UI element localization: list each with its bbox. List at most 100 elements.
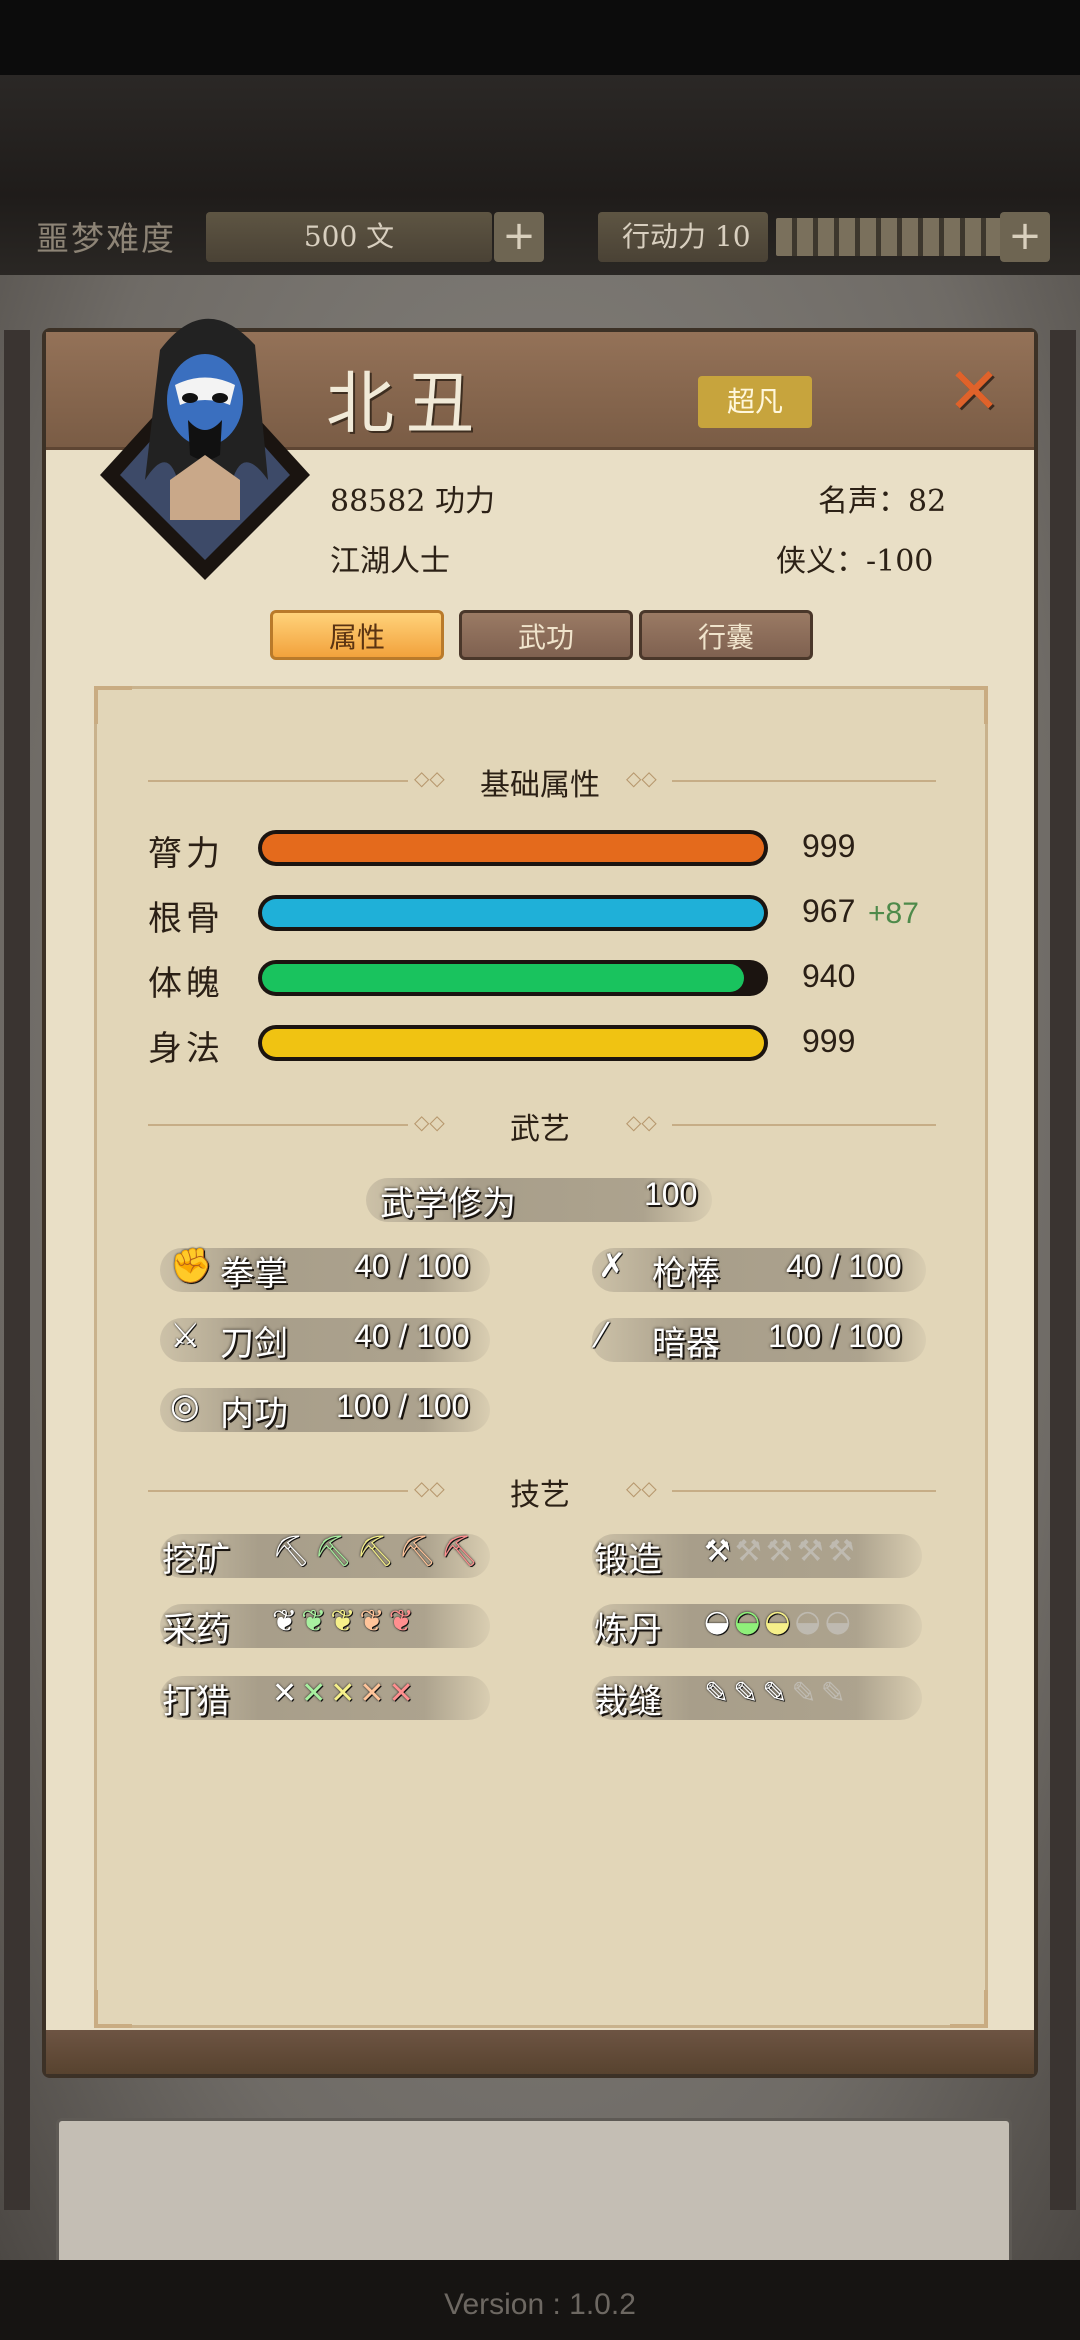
power-text: 88582 功力 (330, 484, 495, 519)
attribute-bar-fill (262, 1029, 764, 1057)
spear-icon: ✗ (598, 1246, 627, 1286)
attribute-bar-fill (262, 834, 764, 862)
attribute-value: 940 (802, 958, 856, 994)
version-text: Version : 1.0.2 (444, 2288, 636, 2321)
anvil-icon: ⚒ (765, 1534, 797, 1569)
craft-level: ⚒⚒⚒⚒⚒ (704, 1534, 859, 1569)
herb-icon: ❦ (272, 1604, 302, 1639)
skill-name: 内功 (220, 1394, 288, 1434)
frame-corner (94, 1990, 132, 2028)
mortar-icon: ◒ (704, 1604, 735, 1639)
skill-value: 100 / 100 (768, 1318, 902, 1354)
tab-attributes[interactable]: 属性 (270, 610, 444, 660)
craft-name: 锻造 (594, 1540, 662, 1580)
craft-level: ✎✎✎✎✎ (704, 1676, 850, 1711)
skill-name: 拳掌 (220, 1254, 288, 1294)
anvil-icon: ⚒ (796, 1534, 828, 1569)
attribute-value: 999 (802, 828, 856, 864)
currency-display: 500 文 (206, 212, 492, 262)
fame-text: 名声：82 (818, 484, 947, 519)
inner-power-icon: ◎ (170, 1386, 200, 1426)
anvil-icon: ⚒ (734, 1534, 766, 1569)
lower-panel (56, 2118, 1012, 2274)
pickaxe-icon: ⛏ (356, 1534, 399, 1569)
plus-icon: + (502, 213, 536, 259)
character-name: 北丑 (326, 365, 487, 444)
skill-name: 枪棒 (652, 1254, 720, 1294)
dart-icon: ⁄ (598, 1316, 604, 1356)
mortar-icon: ◒ (764, 1604, 795, 1639)
herb-icon: ❦ (359, 1604, 389, 1639)
plus-icon: + (1008, 213, 1042, 259)
cultivation-label: 武学修为 (380, 1184, 516, 1224)
craft-name: 挖矿 (162, 1540, 230, 1580)
craft-name: 采药 (162, 1610, 230, 1650)
attribute-bar (258, 895, 768, 931)
craft-level: ◒◒◒◒◒ (704, 1604, 855, 1639)
close-button[interactable]: ✕ (942, 360, 1006, 426)
pickaxe-icon: ⛏ (314, 1534, 357, 1569)
attribute-bar-fill (262, 899, 764, 927)
bow-icon: ✕ (301, 1676, 331, 1711)
close-icon: ✕ (947, 355, 1001, 429)
needle-icon: ✎ (762, 1676, 792, 1711)
craft-level: ❦❦❦❦❦ (272, 1604, 418, 1639)
needle-icon: ✎ (820, 1676, 850, 1711)
tab-inventory[interactable]: 行囊 (639, 610, 813, 660)
skill-name: 暗器 (652, 1324, 720, 1364)
tab-martial-arts[interactable]: 武功 (459, 610, 633, 660)
mortar-icon: ◒ (794, 1604, 825, 1639)
skill-value: 100 / 100 (336, 1388, 470, 1424)
mortar-icon: ◒ (824, 1604, 855, 1639)
needle-icon: ✎ (791, 1676, 821, 1711)
attribute-label: 根骨 (148, 899, 224, 939)
section-title-martial: 武艺 (510, 1112, 570, 1147)
right-pillar (1050, 330, 1076, 2210)
attribute-value: 999 (802, 1023, 856, 1059)
frame-corner (950, 686, 988, 724)
chivalry-text: 侠义：-100 (776, 544, 934, 579)
needle-icon: ✎ (733, 1676, 763, 1711)
attribute-label: 身法 (148, 1029, 224, 1069)
skill-value: 40 / 100 (786, 1248, 902, 1284)
add-currency-button[interactable]: + (494, 212, 544, 262)
craft-name: 炼丹 (594, 1610, 662, 1650)
attribute-bar (258, 1025, 768, 1061)
craft-name: 打猎 (162, 1682, 230, 1722)
frame-corner (950, 1990, 988, 2028)
attribute-label: 膂力 (148, 834, 224, 874)
frame-corner (94, 686, 132, 724)
pickaxe-icon: ⛏ (272, 1534, 315, 1569)
anvil-icon: ⚒ (827, 1534, 859, 1569)
pickaxe-icon: ⛏ (440, 1534, 483, 1569)
status-bar-area (0, 0, 1080, 75)
bow-icon: ✕ (330, 1676, 360, 1711)
skill-value: 40 / 100 (354, 1318, 470, 1354)
sword-icon: ⚔ (170, 1316, 201, 1356)
attribute-bar (258, 830, 768, 866)
herb-icon: ❦ (301, 1604, 331, 1639)
left-pillar (4, 330, 30, 2210)
craft-name: 裁缝 (594, 1682, 662, 1722)
rank-badge: 超凡 (698, 376, 812, 428)
bow-icon: ✕ (272, 1676, 302, 1711)
action-points-label: 行动力 10 (598, 212, 768, 262)
craft-level: ⛏⛏⛏⛏⛏ (272, 1534, 482, 1569)
pickaxe-icon: ⛏ (398, 1534, 441, 1569)
skill-name: 刀剑 (220, 1324, 288, 1364)
difficulty-label: 噩梦难度 (36, 219, 176, 258)
skill-value: 40 / 100 (354, 1248, 470, 1284)
add-action-points-button[interactable]: + (1000, 212, 1050, 262)
character-portrait (100, 318, 310, 580)
anvil-icon: ⚒ (704, 1534, 735, 1569)
needle-icon: ✎ (704, 1676, 734, 1711)
attribute-bar (258, 960, 768, 996)
action-points-meter (776, 218, 1006, 256)
bow-icon: ✕ (388, 1676, 418, 1711)
attribute-bar-fill (262, 964, 744, 992)
bow-icon: ✕ (359, 1676, 389, 1711)
attribute-value: 967 (802, 893, 856, 929)
attribute-label: 体魄 (148, 964, 224, 1004)
herb-icon: ❦ (388, 1604, 418, 1639)
cultivation-value: 100 (644, 1176, 698, 1212)
